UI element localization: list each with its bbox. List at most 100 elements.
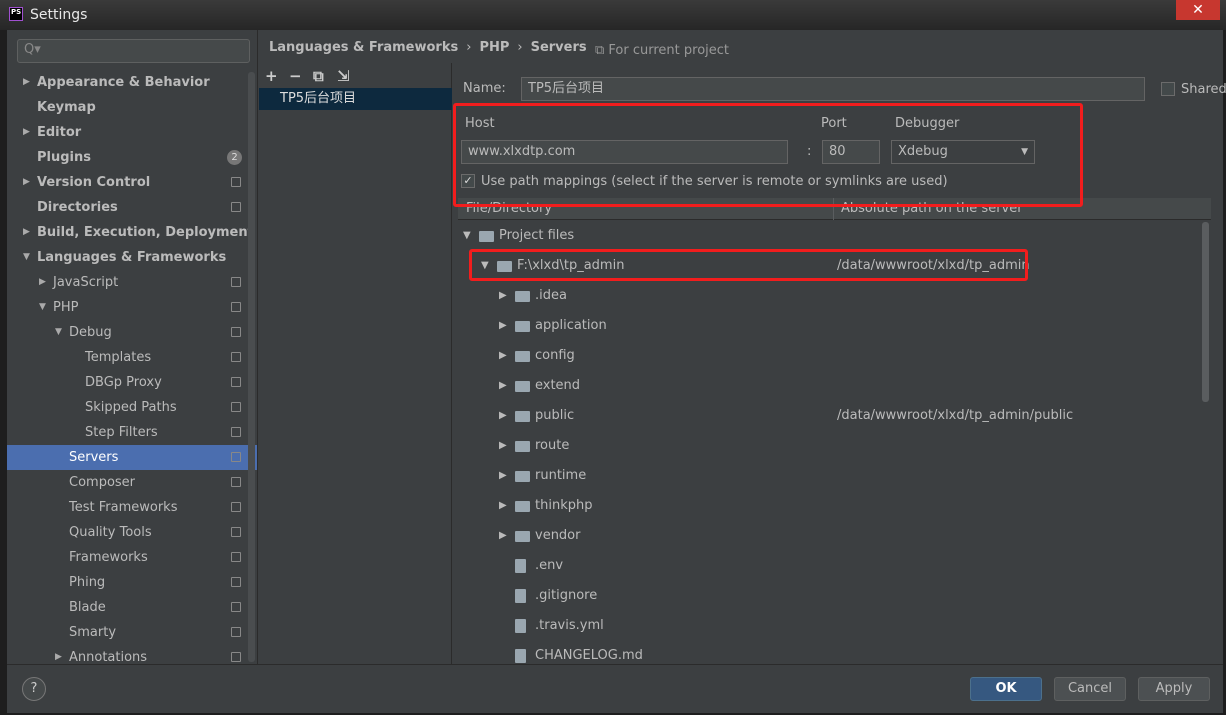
expanded-arrow-icon[interactable]: ▼ <box>463 221 471 251</box>
sidebar-item[interactable]: Plugins 2 <box>7 145 257 170</box>
mapping-row[interactable]: CHANGELOG.md <box>458 641 1198 664</box>
cancel-button[interactable]: Cancel <box>1054 677 1126 701</box>
mapping-row[interactable]: ▶ .idea <box>458 281 1198 311</box>
sidebar-item-label: Composer <box>69 475 136 490</box>
project-level-icon <box>231 577 241 587</box>
sidebar-item[interactable]: ▶ Editor <box>7 120 257 145</box>
import-icon[interactable]: ⇲ <box>337 67 361 85</box>
mapping-row[interactable]: ▼ Project files <box>458 221 1198 251</box>
mapping-row[interactable]: ▶ public/data/wwwroot/xlxd/tp_admin/publi… <box>458 401 1198 431</box>
collapsed-arrow-icon[interactable]: ▶ <box>499 311 507 341</box>
sidebar-item[interactable]: Skipped Paths <box>7 395 257 420</box>
sidebar-item[interactable]: Templates <box>7 345 257 370</box>
mapping-row[interactable]: ▶ application <box>458 311 1198 341</box>
sidebar-item[interactable]: Directories <box>7 195 257 220</box>
file-icon <box>515 589 526 603</box>
collapsed-arrow-icon[interactable]: ▶ <box>39 270 46 295</box>
sidebar-item[interactable]: Blade <box>7 595 257 620</box>
table-scrollbar[interactable] <box>1202 222 1209 402</box>
collapsed-arrow-icon[interactable]: ▶ <box>499 341 507 371</box>
settings-dialog: Q▾ ▶ Appearance & Behavior Keymap ▶ Editor Pl… <box>7 30 1226 713</box>
mapping-row[interactable]: ▶ thinkphp <box>458 491 1198 521</box>
collapsed-arrow-icon[interactable]: ▶ <box>23 170 30 195</box>
sidebar-item-label: Quality Tools <box>69 525 152 540</box>
mapping-row[interactable]: ▶ extend <box>458 371 1198 401</box>
expanded-arrow-icon[interactable]: ▼ <box>39 295 46 320</box>
highlight-box-mapping <box>469 249 1028 281</box>
sidebar-item[interactable]: ▶ Build, Execution, Deployment <box>7 220 257 245</box>
sidebar-item-label: JavaScript <box>53 275 119 290</box>
server-path[interactable]: /data/wwwroot/xlxd/tp_admin/public <box>837 401 1073 431</box>
collapsed-arrow-icon[interactable]: ▶ <box>55 645 62 664</box>
collapsed-arrow-icon[interactable]: ▶ <box>23 120 30 145</box>
sidebar-item[interactable]: Keymap <box>7 95 257 120</box>
expanded-arrow-icon[interactable]: ▼ <box>55 320 62 345</box>
collapsed-arrow-icon[interactable]: ▶ <box>23 70 30 95</box>
sidebar-item[interactable]: Composer <box>7 470 257 495</box>
server-item[interactable]: TP5后台项目 <box>259 88 452 110</box>
collapsed-arrow-icon[interactable]: ▶ <box>23 220 30 245</box>
sidebar-item[interactable]: ▼ Debug <box>7 320 257 345</box>
collapsed-arrow-icon[interactable]: ▶ <box>499 401 507 431</box>
sidebar-item[interactable]: Phing <box>7 570 257 595</box>
remove-icon[interactable]: − <box>289 67 313 85</box>
sidebar-item[interactable]: DBGp Proxy <box>7 370 257 395</box>
sidebar-scrollbar[interactable] <box>248 72 255 662</box>
collapsed-arrow-icon[interactable]: ▶ <box>499 431 507 461</box>
sidebar-item[interactable]: ▶ Version Control <box>7 170 257 195</box>
mapping-row[interactable]: ▶ route <box>458 431 1198 461</box>
sidebar-item-label: PHP <box>53 300 79 315</box>
sidebar-item[interactable]: Servers <box>7 445 257 470</box>
sidebar-item-label: Frameworks <box>69 550 148 565</box>
search-input[interactable]: Q▾ <box>17 39 250 63</box>
local-path: .env <box>535 558 564 573</box>
settings-sidebar: Q▾ ▶ Appearance & Behavior Keymap ▶ Editor Pl… <box>7 30 258 664</box>
folder-icon <box>515 351 530 362</box>
ok-button[interactable]: OK <box>970 677 1042 701</box>
project-level-icon <box>231 427 241 437</box>
sidebar-item[interactable]: ▶ JavaScript <box>7 270 257 295</box>
sidebar-item[interactable]: Quality Tools <box>7 520 257 545</box>
copy-icon[interactable]: ⧉ <box>313 67 337 85</box>
breadcrumb: Languages & Frameworks › PHP › Servers <box>269 40 587 55</box>
project-level-icon <box>231 277 241 287</box>
mapping-row[interactable]: .travis.yml <box>458 611 1198 641</box>
server-list: + − ⧉ ⇲ TP5后台项目 <box>259 63 452 664</box>
mapping-row[interactable]: .env <box>458 551 1198 581</box>
breadcrumb-item: Servers <box>530 40 587 55</box>
sidebar-item[interactable]: ▶ Annotations <box>7 645 257 664</box>
collapsed-arrow-icon[interactable]: ▶ <box>499 281 507 311</box>
breadcrumb-item: Languages & Frameworks <box>269 40 459 55</box>
sidebar-item-label: Annotations <box>69 650 148 664</box>
collapsed-arrow-icon[interactable]: ▶ <box>499 461 507 491</box>
sidebar-item[interactable]: ▶ Appearance & Behavior <box>7 70 257 95</box>
local-path: application <box>535 318 607 333</box>
collapsed-arrow-icon[interactable]: ▶ <box>499 371 507 401</box>
phpstorm-logo: PS <box>9 7 23 21</box>
project-level-icon <box>231 352 241 362</box>
folder-icon <box>479 231 494 242</box>
sidebar-item[interactable]: Smarty <box>7 620 257 645</box>
name-input[interactable]: TP5后台项目 <box>521 77 1145 101</box>
sidebar-item[interactable]: Frameworks <box>7 545 257 570</box>
mapping-row[interactable]: ▶ runtime <box>458 461 1198 491</box>
folder-icon <box>515 291 530 302</box>
sidebar-item[interactable]: Test Frameworks <box>7 495 257 520</box>
sidebar-item-label: Languages & Frameworks <box>37 250 227 265</box>
project-level-icon <box>231 377 241 387</box>
shared-checkbox[interactable] <box>1161 82 1175 96</box>
close-button[interactable]: ✕ <box>1176 0 1220 20</box>
apply-button[interactable]: Apply <box>1138 677 1210 701</box>
sidebar-item[interactable]: Step Filters <box>7 420 257 445</box>
mapping-row[interactable]: ▶ config <box>458 341 1198 371</box>
collapsed-arrow-icon[interactable]: ▶ <box>499 521 507 551</box>
sidebar-item[interactable]: ▼ PHP <box>7 295 257 320</box>
mapping-row[interactable]: .gitignore <box>458 581 1198 611</box>
sidebar-item[interactable]: ▼ Languages & Frameworks <box>7 245 257 270</box>
collapsed-arrow-icon[interactable]: ▶ <box>499 491 507 521</box>
project-level-icon <box>231 627 241 637</box>
add-icon[interactable]: + <box>265 67 289 85</box>
help-button[interactable]: ? <box>22 677 46 701</box>
expanded-arrow-icon[interactable]: ▼ <box>23 245 30 270</box>
mapping-row[interactable]: ▶ vendor <box>458 521 1198 551</box>
